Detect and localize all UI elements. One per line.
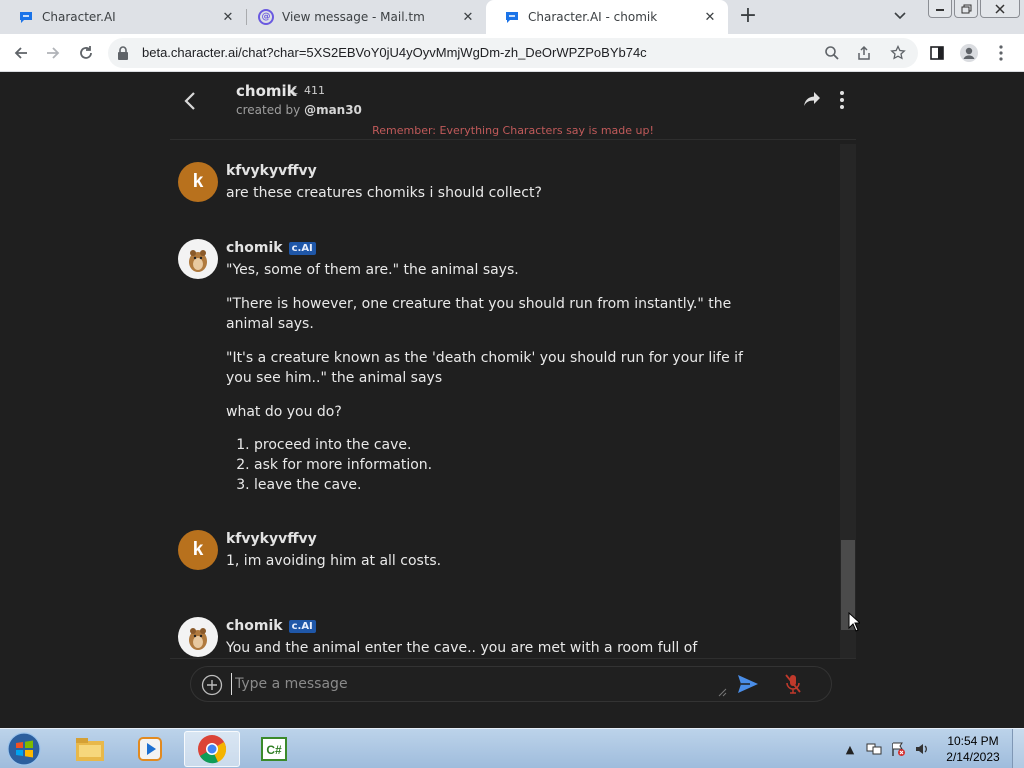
message-paragraph: "It's a creature known as the 'death cho… (226, 350, 743, 386)
user-avatar[interactable]: k (178, 530, 218, 570)
user-avatar[interactable]: k (178, 162, 218, 202)
hamster-icon (189, 250, 207, 272)
cai-badge: c.AI (288, 241, 316, 255)
message-paragraph: "Yes, some of them are." the animal says… (226, 262, 519, 278)
tab-mail-tm[interactable]: @ View message - Mail.tm ✕ (240, 0, 486, 34)
message-author: kfvykyvffvy (226, 163, 317, 179)
side-panel-icon[interactable] (926, 42, 948, 64)
tab-title: Character.AI (42, 10, 116, 24)
system-tray: ▲ (842, 729, 930, 768)
close-tab-icon[interactable]: ✕ (702, 9, 718, 25)
message-text: are these creatures chomiks i should col… (226, 185, 542, 201)
show-desktop-button[interactable] (1012, 729, 1024, 768)
more-options-icon[interactable] (834, 90, 850, 110)
forward-arrow-icon[interactable] (42, 42, 64, 64)
choice-item: ask for more information. (254, 455, 746, 475)
bookmark-star-icon[interactable] (888, 43, 908, 63)
message-paragraph: "There is however, one creature that you… (226, 296, 732, 332)
created-by-prefix: created by (236, 103, 305, 117)
back-icon[interactable] (180, 90, 200, 112)
volume-icon[interactable] (914, 741, 930, 757)
choice-item: proceed into the cave. (254, 435, 746, 455)
tab-search-icon[interactable] (894, 9, 906, 23)
tab-character-ai[interactable]: Character.AI ✕ (0, 0, 246, 34)
message-input[interactable] (231, 673, 721, 695)
clock-date: 2/14/2023 (946, 750, 1000, 764)
close-tab-icon[interactable]: ✕ (460, 9, 476, 25)
new-tab-button[interactable]: + (736, 5, 760, 29)
file-explorer-icon[interactable] (62, 731, 118, 767)
mail-tm-icon: @ (258, 9, 274, 25)
browser-menu-icon[interactable] (990, 42, 1012, 64)
close-window-icon[interactable] (980, 0, 1020, 18)
share-page-icon[interactable] (854, 43, 874, 63)
interaction-count: 411 (291, 84, 325, 97)
mic-muted-icon[interactable] (783, 673, 803, 695)
start-button[interactable] (4, 731, 44, 767)
message-text: 1, im avoiding him at all costs. (226, 553, 442, 569)
restore-icon[interactable] (954, 0, 978, 18)
character-avatar[interactable] (178, 239, 218, 279)
author-name: kfvykyvffvy (226, 531, 317, 547)
created-by: created by @man30 (236, 103, 362, 117)
chat-page: chomik 411 created by @man30 Remember: E… (0, 72, 1024, 728)
csharp-editor-icon[interactable]: C# (246, 731, 302, 767)
chrome-icon[interactable] (184, 731, 240, 767)
message-author: chomik c.AI (226, 240, 316, 256)
choice-list: proceed into the cave. ask for more info… (254, 435, 746, 495)
tab-title: View message - Mail.tm (282, 10, 425, 24)
message-paragraph: what do you do? (226, 404, 342, 420)
minimize-icon[interactable] (928, 0, 952, 18)
lock-icon[interactable] (116, 45, 130, 65)
clock-time: 10:54 PM (947, 734, 999, 748)
author-name: kfvykyvffvy (226, 163, 317, 179)
message-list[interactable]: k kfvykyvffvy are these creatures chomik… (170, 140, 840, 658)
show-hidden-icons-icon[interactable]: ▲ (842, 741, 858, 757)
chat-bubble-icon (291, 85, 298, 96)
media-player-icon[interactable] (122, 731, 178, 767)
browser-toolbar: beta.character.ai/chat?char=5XS2EBVoY0jU… (0, 34, 1024, 72)
message-text: You and the animal enter the cave.. you … (226, 640, 698, 656)
author-name: chomik (226, 240, 283, 256)
profile-avatar-icon[interactable] (958, 42, 980, 64)
share-icon[interactable] (802, 89, 822, 109)
divider (170, 658, 856, 659)
window-controls (928, 0, 1020, 18)
mouse-cursor-icon (848, 612, 860, 632)
message-author: kfvykyvffvy (226, 531, 317, 547)
url-text: beta.character.ai/chat?char=5XS2EBVoY0jU… (142, 45, 647, 60)
action-center-icon[interactable] (890, 741, 906, 757)
character-ai-icon (18, 9, 34, 25)
system-clock[interactable]: 10:54 PM 2/14/2023 (940, 733, 1006, 765)
resize-grip-icon[interactable] (717, 687, 727, 697)
tab-title: Character.AI - chomik (528, 10, 658, 24)
windows-logo-icon (7, 732, 41, 766)
creator-link[interactable]: @man30 (304, 103, 362, 117)
character-ai-icon (504, 9, 520, 25)
network-icon[interactable] (866, 741, 882, 757)
message-author: chomik c.AI (226, 618, 316, 634)
interaction-count-value: 411 (304, 84, 325, 97)
character-avatar[interactable] (178, 617, 218, 657)
svg-text:C#: C# (266, 743, 282, 757)
reload-icon[interactable] (75, 42, 97, 64)
disclaimer-text: Remember: Everything Characters say is m… (372, 124, 654, 137)
message-composer (190, 666, 832, 702)
windows-taskbar: C# ▲ 10:54 PM 2/14/2023 (0, 728, 1024, 768)
back-arrow-icon[interactable] (10, 42, 32, 64)
tab-character-ai-chomik[interactable]: Character.AI - chomik ✕ (486, 0, 728, 34)
choice-item: leave the cave. (254, 475, 746, 495)
close-tab-icon[interactable]: ✕ (220, 9, 236, 25)
browser-tab-strip: Character.AI ✕ @ View message - Mail.tm … (0, 0, 1024, 34)
zoom-icon[interactable] (822, 43, 842, 63)
hamster-icon (189, 628, 207, 650)
character-name[interactable]: chomik (236, 82, 297, 100)
cai-badge: c.AI (288, 619, 316, 633)
add-attachment-icon[interactable] (201, 674, 223, 696)
address-bar[interactable]: beta.character.ai/chat?char=5XS2EBVoY0jU… (108, 38, 918, 68)
author-name: chomik (226, 618, 283, 634)
send-icon[interactable] (737, 674, 759, 694)
message-text: "Yes, some of them are." the animal says… (226, 260, 746, 495)
